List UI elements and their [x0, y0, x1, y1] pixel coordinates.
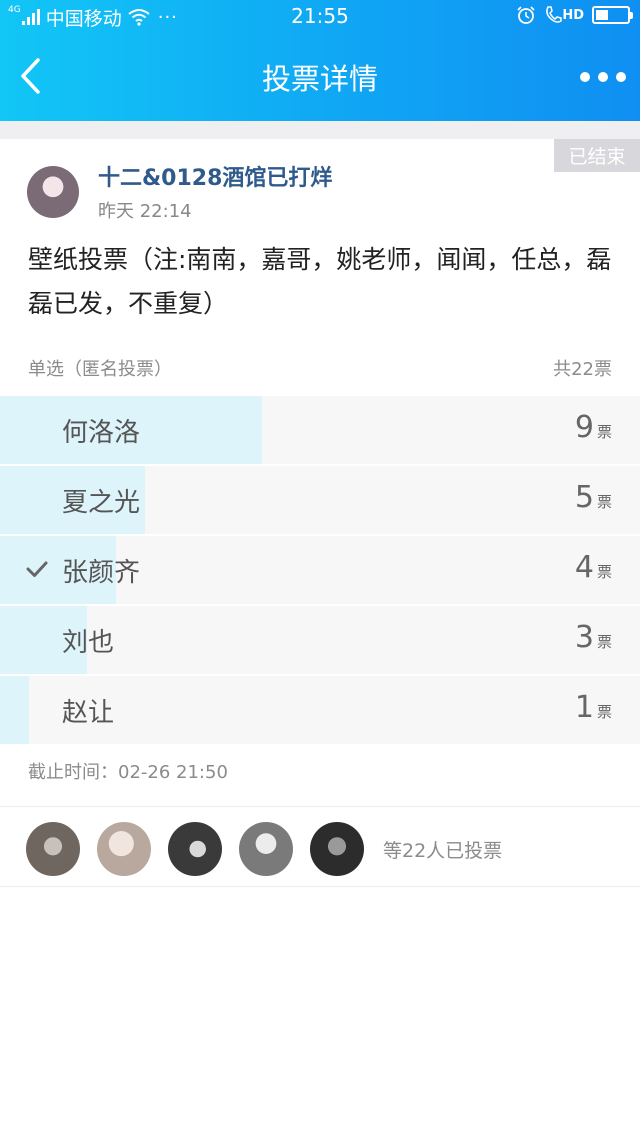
vote-deadline: 截止时间：02-26 21:50 — [28, 762, 228, 783]
author-name[interactable]: 十二&0128酒馆已打烊 — [98, 160, 332, 192]
voter-avatar[interactable] — [239, 822, 293, 876]
vote-option[interactable]: 张颜齐 4票 — [0, 536, 640, 604]
option-count: 5票 — [574, 480, 612, 515]
option-count: 3票 — [574, 620, 612, 655]
vote-total: 共22票 — [553, 359, 612, 380]
alarm-icon — [517, 6, 535, 24]
option-label: 赵让 — [62, 698, 115, 728]
page-title: 投票详情 — [261, 62, 378, 96]
vote-mode: 单选（匿名投票） — [28, 359, 172, 380]
status-bar: 4G 中国移动 ··· 21:55 HD — [0, 0, 640, 34]
vote-option[interactable]: 何洛洛 9票 — [0, 396, 640, 464]
option-label: 夏之光 — [62, 488, 141, 518]
post-time: 昨天 22:14 — [98, 201, 192, 222]
vote-options: 何洛洛 9票 夏之光 5票 张颜齐 4票 刘也 3票 赵让 1票 — [0, 396, 640, 746]
option-label: 刘也 — [62, 628, 115, 658]
voters-row[interactable]: 等22人已投票 — [26, 822, 502, 876]
divider — [0, 806, 640, 807]
voter-avatar[interactable] — [26, 822, 80, 876]
vote-option[interactable]: 刘也 3票 — [0, 606, 640, 674]
vote-option[interactable]: 夏之光 5票 — [0, 466, 640, 534]
option-count: 9票 — [574, 410, 612, 445]
status-badge: 已结束 — [554, 139, 640, 172]
section-gap — [0, 121, 640, 139]
option-label: 张颜齐 — [62, 558, 141, 588]
hd-call-icon: HD — [544, 5, 584, 25]
voter-avatar[interactable] — [168, 822, 222, 876]
nav-bar: 投票详情 — [0, 34, 640, 121]
divider — [0, 886, 640, 887]
post-content: 壁纸投票（注:南南，嘉哥，姚老师，闻闻，任总，磊磊已发，不重复） — [28, 245, 612, 318]
author-avatar[interactable] — [27, 166, 79, 218]
vote-option[interactable]: 赵让 1票 — [0, 676, 640, 744]
option-count: 1票 — [574, 690, 612, 725]
vote-bar — [0, 676, 29, 744]
voter-avatar[interactable] — [97, 822, 151, 876]
battery-icon — [592, 6, 633, 24]
check-icon — [26, 561, 48, 577]
more-options-button[interactable] — [580, 62, 626, 92]
top-header: 4G 中国移动 ··· 21:55 HD 投票详情 — [0, 0, 640, 121]
option-label: 何洛洛 — [62, 418, 141, 448]
voters-count[interactable]: 等22人已投票 — [383, 836, 502, 863]
voter-avatar[interactable] — [310, 822, 364, 876]
option-count: 4票 — [574, 550, 612, 585]
